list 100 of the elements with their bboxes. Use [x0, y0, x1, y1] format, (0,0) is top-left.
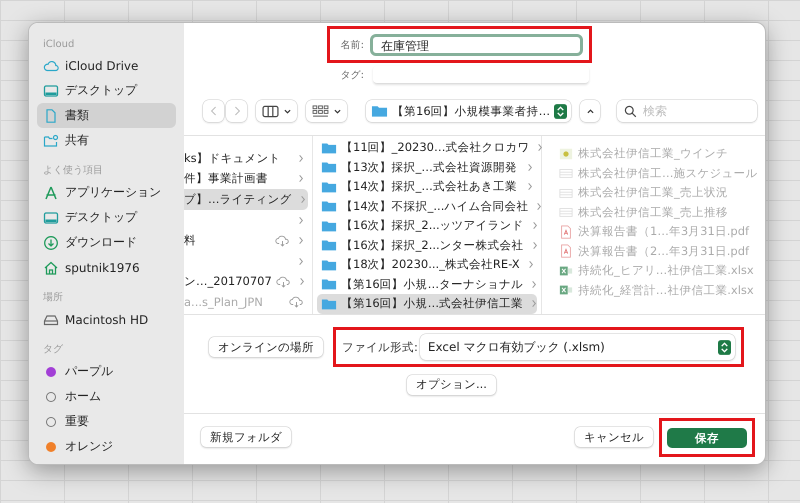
sidebar-item[interactable]: オレンジ — [37, 434, 176, 459]
sidebar-label: iCloud Drive — [65, 58, 138, 72]
file-name: 【16次】採択_2...ッツアイランド — [341, 218, 524, 234]
file-name: 株式会社伊信工業_売上状況 — [578, 185, 729, 200]
tags-label: タグ: — [340, 69, 364, 82]
name-label: 名前: — [340, 38, 364, 52]
grid-icon — [312, 104, 328, 118]
sidebar-item[interactable]: 重要 — [37, 409, 176, 434]
up-button[interactable] — [580, 100, 600, 122]
image-file-icon — [558, 146, 574, 161]
sidebar-label: アプリケーション — [65, 184, 161, 201]
cancel-button[interactable]: キャンセル — [575, 427, 653, 448]
sidebar-label: 共有 — [65, 132, 89, 149]
home-icon — [43, 260, 59, 276]
download-icon — [43, 234, 59, 250]
file-name: 【第16回】小規…式会社伊信工業 — [341, 296, 524, 312]
file-name: ブ】…ライティング — [184, 192, 292, 207]
sidebar-label: パープル — [65, 363, 113, 380]
file-row[interactable]: 【11回】_20230…式会社クロカワ — [317, 138, 537, 158]
pdf-file-icon — [558, 244, 574, 258]
sidebar-label: オレンジ — [65, 438, 113, 455]
sidebar-label: デスクトップ — [65, 82, 137, 99]
file-row[interactable]: 【第16回】小規…式会社伊信工業 — [317, 294, 537, 314]
sidebar-heading: iCloud — [42, 38, 76, 52]
stepper-icon — [718, 340, 731, 354]
chevron-left-icon — [210, 105, 218, 117]
spreadsheet-file-icon — [558, 205, 574, 220]
options-button[interactable]: オプション... — [407, 374, 496, 394]
sidebar-item[interactable]: デスクトップ — [37, 205, 176, 230]
sidebar-heading: よく使う項目 — [42, 164, 104, 178]
file-name: 持続化_経営計…社伊信工業.xlsx — [578, 282, 755, 298]
file-row[interactable]: 【13次】採択_…式会社資源開発 — [317, 158, 537, 177]
folder-icon — [321, 180, 337, 194]
online-locations-button[interactable]: オンラインの場所 — [209, 337, 323, 357]
desktop-icon — [43, 82, 59, 98]
file-name: 株式会社伊信工業_ウインチ — [578, 146, 729, 162]
sidebar-heading: タグ — [42, 343, 64, 357]
file-name: ks】ドキュメント — [184, 150, 282, 166]
folder-icon — [321, 258, 337, 272]
file-row[interactable]: ブ】…ライティング — [184, 189, 308, 210]
caret-up-icon — [586, 108, 595, 114]
caret-icon — [332, 108, 342, 114]
file-name: 【第16回】小規…ターナショナル — [341, 276, 524, 292]
file-row[interactable]: 【18次】20230..._株式会社RE-X — [317, 255, 537, 274]
sidebar-item[interactable]: ダウンロード — [37, 230, 176, 255]
desktop-icon — [43, 210, 59, 226]
column-view-button[interactable] — [256, 100, 297, 122]
file-row[interactable]: ン…_20170707 — [184, 272, 308, 292]
file-row[interactable]: ks】ドキュメント — [184, 148, 308, 169]
location-popup[interactable]: 【第16回】小規模事業者持… — [366, 100, 572, 122]
new-folder-button[interactable]: 新規フォルダ — [201, 427, 291, 448]
folder-icon — [321, 238, 337, 252]
spreadsheet-file-icon — [558, 166, 574, 180]
folder-icon — [321, 277, 337, 292]
group-button[interactable] — [306, 100, 347, 122]
sidebar-label: sputnik1976 — [65, 260, 140, 274]
sidebar-item[interactable]: Macintosh HD — [37, 307, 176, 332]
sidebar-label: デスクトップ — [65, 209, 137, 226]
file-row[interactable]: 件】事業計画書 — [184, 168, 308, 190]
shared-folder-icon — [43, 132, 59, 148]
folder-icon — [321, 140, 337, 155]
sidebar-item[interactable]: iCloud Drive — [37, 53, 176, 78]
folder-icon — [371, 104, 388, 118]
sidebar-item[interactable]: 書類 — [37, 103, 176, 128]
sidebar-item[interactable]: ホーム — [37, 384, 176, 409]
file-name: 持続化_ヒアリ…社伊信工業.xlsx — [578, 263, 755, 278]
sidebar-label: 重要 — [65, 413, 89, 430]
file-name: 【14次】採択_…式会社あき工業 — [341, 179, 518, 194]
sidebar-item[interactable]: アプリケーション — [37, 180, 176, 205]
file-name: 件】事業計画書 — [184, 171, 269, 186]
sidebar-label: Macintosh HD — [65, 312, 148, 326]
stepper-icon — [554, 104, 568, 118]
file-row[interactable]: 料 — [184, 230, 308, 251]
file-row[interactable]: 【第16回】小規…ターナショナル — [317, 274, 537, 294]
file-name: 【11回】_20230…式会社クロカワ — [341, 140, 530, 156]
file-row[interactable]: 【14次】採択_…式会社あき工業 — [317, 177, 537, 196]
file-row[interactable]: 【14次】不採択_...ハイム合同会社 — [317, 196, 537, 216]
search-field[interactable]: 検索 — [617, 100, 758, 122]
sidebar-item[interactable]: 共有 — [37, 128, 176, 153]
sidebar-item[interactable]: デスクトップ — [37, 78, 176, 103]
name-field[interactable]: 在庫管理 — [370, 34, 583, 56]
file-format-label: ファイル形式: — [342, 340, 418, 354]
file-name: 【13次】採択_…式会社資源開発 — [341, 160, 518, 175]
file-name: ン…_20170707 — [184, 274, 272, 290]
location-label: 【第16回】小規模事業者持… — [392, 104, 550, 118]
excel-file-icon — [558, 283, 574, 298]
columns-icon — [262, 104, 278, 118]
save-button[interactable]: 保存 — [667, 428, 747, 448]
file-row[interactable]: 【16次】採択_2...ンター株式会社 — [317, 236, 537, 255]
chevron-right-icon — [232, 105, 240, 117]
file-name: 株式会社伊信工…施スケジュール — [578, 166, 758, 181]
file-format-popup[interactable]: Excel マクロ有効ブック (.xlsm) — [420, 334, 735, 360]
file-name: 料 — [184, 233, 197, 248]
sidebar-item[interactable]: sputnik1976 — [37, 255, 176, 280]
folder-icon — [321, 160, 337, 174]
sidebar-label: 書類 — [65, 107, 89, 124]
pdf-file-icon — [558, 224, 574, 239]
sidebar-item[interactable]: パープル — [37, 359, 176, 384]
file-name: 決算報告書（1…年3月31日.pdf — [578, 224, 750, 240]
file-row[interactable]: 【16次】採択_2...ッツアイランド — [317, 216, 537, 236]
